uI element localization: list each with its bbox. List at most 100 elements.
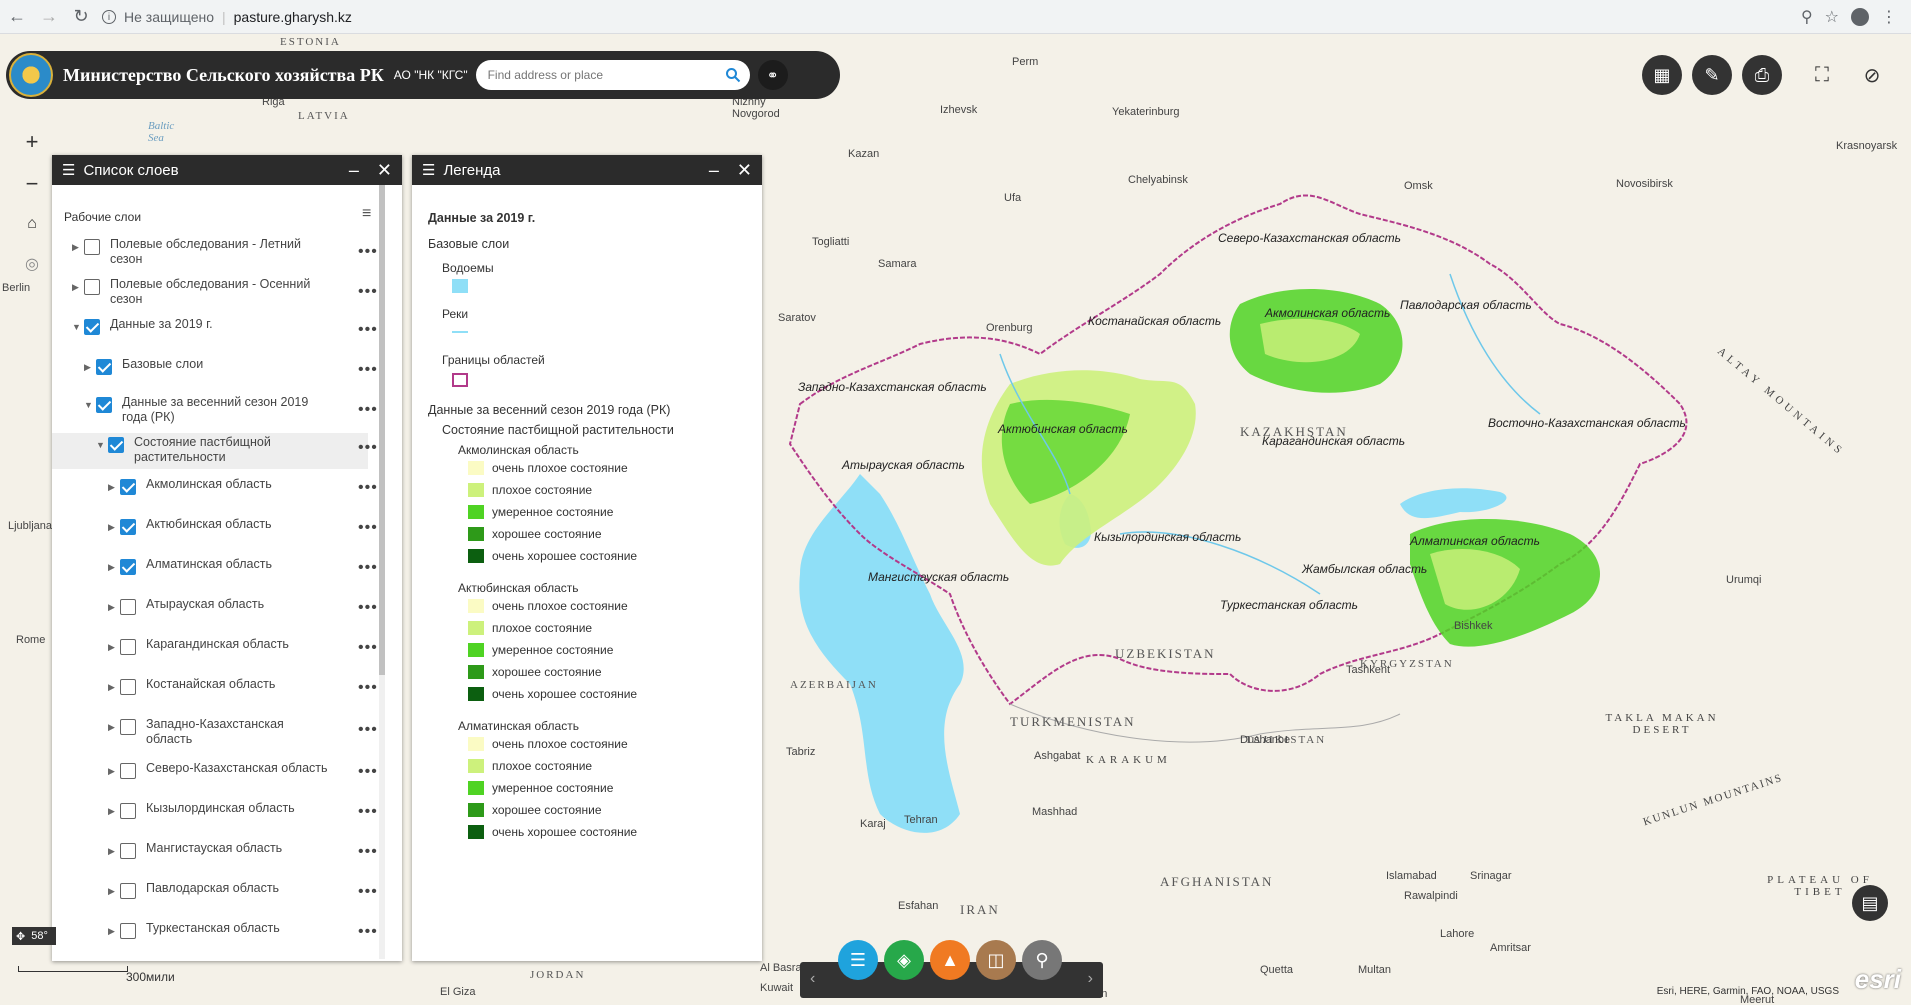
layer-checkbox[interactable]: [120, 719, 136, 735]
caret-down-icon[interactable]: ▼: [84, 400, 96, 410]
more-options-icon[interactable]: •••: [358, 559, 378, 577]
layer-item[interactable]: ▶ Алматинская область: [52, 557, 382, 575]
home-button[interactable]: ⌂: [14, 206, 50, 242]
table-button[interactable]: ▤: [1852, 885, 1888, 921]
more-options-icon[interactable]: •••: [358, 639, 378, 657]
close-icon[interactable]: ✕: [737, 160, 752, 181]
layer-item[interactable]: ▶ Павлодарская область: [52, 881, 382, 899]
caret-right-icon[interactable]: ▶: [108, 806, 120, 817]
layer-checkbox[interactable]: [120, 479, 136, 495]
more-options-icon[interactable]: •••: [358, 243, 378, 261]
basemap-widget-button[interactable]: ◈: [884, 940, 924, 980]
close-icon[interactable]: ✕: [377, 160, 392, 181]
layer-checkbox[interactable]: [84, 319, 100, 335]
layer-item[interactable]: ▶ Базовые слои: [52, 357, 382, 375]
caret-down-icon[interactable]: ▼: [72, 322, 84, 332]
caret-right-icon[interactable]: ▶: [72, 242, 84, 253]
layer-item-selected[interactable]: ▼ Состояние пастбищной растительности: [52, 433, 368, 469]
more-options-icon[interactable]: •••: [358, 599, 378, 617]
more-options-icon[interactable]: •••: [358, 923, 378, 941]
caret-right-icon[interactable]: ▶: [108, 682, 120, 693]
layer-checkbox[interactable]: [120, 923, 136, 939]
caret-right-icon[interactable]: ▶: [108, 482, 120, 493]
layer-list-scrollbar[interactable]: [379, 185, 385, 959]
draw-button[interactable]: ✎: [1692, 55, 1732, 95]
forward-icon[interactable]: →: [34, 2, 64, 32]
layer-checkbox[interactable]: [120, 883, 136, 899]
minimize-icon[interactable]: –: [709, 160, 719, 181]
hide-widgets-button[interactable]: ⊘: [1854, 57, 1890, 93]
layer-item[interactable]: ▼ Данные за весенний сезон 2019 года (РК): [52, 395, 382, 425]
caret-right-icon[interactable]: ▶: [108, 886, 120, 897]
zoom-in-button[interactable]: +: [14, 124, 50, 160]
layer-item[interactable]: ▶ Атырауская область: [52, 597, 382, 615]
caret-right-icon[interactable]: ▶: [108, 522, 120, 533]
chevron-right-icon[interactable]: ›: [1088, 970, 1093, 988]
layer-item[interactable]: ▶ Туркестанская область: [52, 921, 382, 939]
analysis-widget-button[interactable]: ▲: [930, 940, 970, 980]
coordinate-toggle[interactable]: ✥ 58°: [12, 927, 56, 945]
layer-checkbox[interactable]: [96, 397, 112, 413]
more-options-icon[interactable]: •••: [358, 883, 378, 901]
layer-item[interactable]: ▶ Карагандинская область: [52, 637, 382, 655]
chevron-left-icon[interactable]: ‹: [810, 970, 815, 988]
more-options-icon[interactable]: •••: [358, 803, 378, 821]
layer-list-widget-button[interactable]: ☰: [838, 940, 878, 980]
layer-item[interactable]: ▶ Западно-Казахстанская область: [52, 717, 382, 747]
caret-right-icon[interactable]: ▶: [108, 642, 120, 653]
layer-checkbox[interactable]: [120, 559, 136, 575]
menu-icon[interactable]: ⋮: [1881, 7, 1897, 27]
layer-item[interactable]: ▶ Кызылординская область: [52, 801, 382, 819]
layer-checkbox[interactable]: [120, 803, 136, 819]
caret-right-icon[interactable]: ▶: [108, 562, 120, 573]
compare-widget-button[interactable]: ◫: [976, 940, 1016, 980]
address-bar[interactable]: i Не защищено | pasture.gharysh.kz: [102, 4, 1802, 30]
more-options-icon[interactable]: •••: [358, 439, 378, 457]
more-options-icon[interactable]: •••: [358, 479, 378, 497]
layer-checkbox[interactable]: [120, 679, 136, 695]
share-link-button[interactable]: ⚭: [757, 60, 788, 90]
layer-item[interactable]: ▶ Полевые обследования - Осенний сезон: [52, 277, 382, 307]
print-button[interactable]: ⎙: [1742, 55, 1782, 95]
caret-right-icon[interactable]: ▶: [108, 926, 120, 937]
layer-item[interactable]: ▼ Данные за 2019 г.: [52, 317, 382, 335]
layer-checkbox[interactable]: [84, 279, 100, 295]
locate-button[interactable]: ◎: [14, 246, 50, 282]
search-input[interactable]: [475, 61, 716, 89]
layer-checkbox[interactable]: [120, 519, 136, 535]
caret-right-icon[interactable]: ▶: [84, 362, 96, 373]
more-options-icon[interactable]: •••: [358, 519, 378, 537]
more-options-icon[interactable]: •••: [358, 679, 378, 697]
layer-checkbox[interactable]: [120, 599, 136, 615]
profile-icon[interactable]: [1851, 8, 1869, 26]
more-options-icon[interactable]: •••: [358, 721, 378, 739]
caret-down-icon[interactable]: ▼: [96, 440, 108, 450]
layer-checkbox[interactable]: [96, 359, 112, 375]
layer-checkbox[interactable]: [84, 239, 100, 255]
layer-item[interactable]: ▶ Костанайская область: [52, 677, 382, 695]
more-options-icon[interactable]: •••: [358, 321, 378, 339]
zoom-out-button[interactable]: −: [14, 166, 50, 202]
layer-item[interactable]: ▶ Акмолинская область: [52, 477, 382, 495]
filter-icon[interactable]: ≡: [362, 205, 371, 223]
basemap-gallery-button[interactable]: ▦: [1642, 55, 1682, 95]
layer-item[interactable]: ▶ Мангистауская область: [52, 841, 382, 859]
back-icon[interactable]: ←: [2, 2, 32, 32]
info-icon[interactable]: i: [102, 10, 116, 24]
search-button[interactable]: [716, 61, 750, 89]
key-icon[interactable]: ⚲: [1801, 7, 1813, 27]
caret-right-icon[interactable]: ▶: [108, 846, 120, 857]
reload-icon[interactable]: ↻: [66, 2, 96, 32]
location-widget-button[interactable]: ⚲: [1022, 940, 1062, 980]
minimize-icon[interactable]: –: [349, 160, 359, 181]
layer-checkbox[interactable]: [120, 763, 136, 779]
caret-right-icon[interactable]: ▶: [108, 766, 120, 777]
caret-right-icon[interactable]: ▶: [108, 602, 120, 613]
layer-checkbox[interactable]: [108, 437, 124, 453]
layer-item[interactable]: ▶ Полевые обследования - Летний сезон: [52, 237, 382, 267]
layer-checkbox[interactable]: [120, 843, 136, 859]
more-options-icon[interactable]: •••: [358, 283, 378, 301]
more-options-icon[interactable]: •••: [358, 763, 378, 781]
more-options-icon[interactable]: •••: [358, 843, 378, 861]
more-options-icon[interactable]: •••: [358, 401, 378, 419]
